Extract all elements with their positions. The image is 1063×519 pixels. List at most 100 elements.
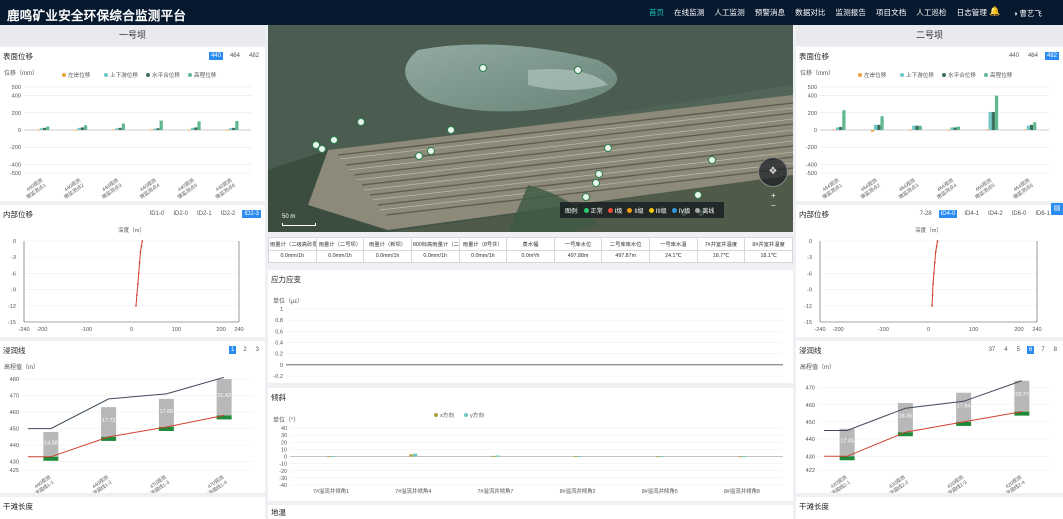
data-label: 17.66 — [160, 409, 174, 415]
compass-icon[interactable]: ❖ — [758, 157, 788, 187]
legend-label: 水平合位移 — [948, 71, 976, 79]
legend-label: IV级 — [678, 208, 691, 215]
x-tick-label: -240 — [18, 327, 29, 333]
data-label: 17.45 — [840, 439, 854, 445]
bar — [737, 456, 742, 458]
legend-label: III级 — [655, 208, 667, 215]
bar — [121, 123, 125, 130]
zoom-in-button[interactable]: + — [771, 191, 776, 200]
nav-item[interactable]: 项目文档 — [876, 7, 906, 18]
dam-2-title: 二号坝 — [796, 25, 1063, 45]
left-surface-chart: 位移（mm） 左岸位移 上下游位移 水平合位移 高程位移 500 400 200 0 -200 -4… — [4, 69, 251, 201]
nav-item[interactable]: 人工巡检 — [916, 7, 946, 18]
legend-marker — [858, 73, 862, 77]
map-marker[interactable] — [318, 145, 326, 153]
x-tick-label: -240 — [814, 327, 825, 333]
nav-item[interactable]: 在线监测 — [674, 7, 704, 18]
map-marker[interactable] — [708, 156, 716, 164]
legend-marker — [146, 73, 150, 77]
map-scale-label: 50 m — [282, 214, 296, 220]
sensor-value-cell: 0.0mm/1h — [363, 249, 412, 263]
data-point — [933, 261, 936, 264]
map-marker[interactable] — [427, 147, 435, 155]
legend-dot — [583, 208, 589, 214]
data-label: 17.73 — [102, 418, 116, 424]
data-point — [931, 304, 934, 307]
bar — [842, 110, 846, 130]
y-axis-unit: 高程值（m） — [4, 363, 39, 371]
y-tick-label: -6 — [807, 271, 812, 277]
y-tick-label: 440 — [10, 443, 19, 449]
bar — [156, 128, 160, 130]
x-tick-label: -100 — [878, 327, 889, 333]
bar — [118, 127, 122, 130]
x-tick-label: 440观测浸润线1-2 — [88, 474, 114, 493]
bar — [80, 127, 84, 130]
map-marker[interactable] — [604, 144, 612, 152]
sensor-value-row: 0.0mm/1h 0.0mm/1h 0.0mm/1h 0.0mm/1h 0.0mm/1h… — [268, 249, 793, 263]
nav-item[interactable]: 首页 — [649, 7, 664, 18]
y-tick-label: 460 — [806, 403, 815, 409]
x-tick-label: 470观测浸润线1-4 — [203, 474, 229, 493]
map-marker[interactable] — [357, 118, 365, 126]
legend-item: 正常 — [583, 206, 603, 215]
bar — [1033, 122, 1037, 130]
map-marker[interactable] — [592, 179, 600, 187]
user-icon: ◑ — [1013, 9, 1018, 18]
data-label: 23.77 — [1015, 392, 1029, 398]
bar — [956, 126, 960, 130]
data-point — [141, 240, 144, 242]
y-tick-label: 400 — [12, 94, 21, 100]
x-tick-label: 440观测墩监测点3 — [97, 177, 123, 201]
map-marker[interactable] — [415, 152, 423, 160]
bell-icon[interactable]: 🔔 — [989, 6, 1000, 17]
nav-item[interactable]: 监测报告 — [836, 7, 866, 18]
bar — [36, 129, 40, 131]
data-point — [136, 283, 139, 286]
x-tick-label: 100 — [969, 327, 978, 333]
map-marker[interactable] — [330, 136, 338, 144]
y-tick-label: -12 — [804, 304, 812, 310]
user-menu[interactable]: ◑ 曹艺飞 — [1013, 8, 1042, 19]
zoom-out-button[interactable]: − — [771, 201, 776, 210]
y-tick-label: -10 — [279, 462, 287, 468]
nav-item[interactable]: 数据对比 — [795, 7, 825, 18]
x-tick-label: 440观测墩监测点6 — [211, 177, 237, 201]
bar — [659, 456, 664, 458]
y-tick-label: 430 — [806, 454, 815, 460]
right-dry-beach-title: 干滩长度 — [799, 502, 829, 511]
y-tick-label: 480 — [10, 377, 19, 383]
map-marker[interactable] — [574, 66, 582, 74]
x-tick-label: 200 — [1014, 327, 1023, 333]
data-point — [935, 245, 938, 248]
right-seepage-panel: 浸润线 37 4 5 6 7 8 高程值（m） 470 460 450 440 430 422 17.4… — [796, 341, 1063, 493]
map-marker[interactable] — [479, 64, 487, 72]
y-axis-unit: 单位（°） — [273, 416, 299, 424]
map-marker[interactable] — [694, 191, 702, 199]
dam-1-title: 一号坝 — [0, 25, 265, 45]
sensor-header-cell: 二号库库水位 — [601, 237, 650, 251]
map-view[interactable]: 图例: 正常 I级 II级 III级 IV级 离线 50 m ❖ + − — [268, 25, 793, 232]
map-marker[interactable] — [447, 126, 455, 134]
x-tick-label: 0 — [927, 327, 930, 333]
legend-dot — [695, 208, 701, 214]
map-marker[interactable] — [582, 193, 590, 201]
nav-item[interactable]: 预警消息 — [755, 7, 785, 18]
bar — [39, 128, 43, 130]
y-tick-label: 0 — [280, 363, 283, 369]
left-dry-beach-panel: 干滩长度 — [0, 497, 265, 519]
y-tick-label: 0 — [814, 128, 817, 134]
nav-item[interactable]: 日志管理 — [957, 7, 987, 18]
legend-marker — [434, 413, 438, 417]
legend-item: II级 — [627, 206, 644, 215]
panel-toggle-icon[interactable]: ▤ — [1051, 203, 1063, 215]
legend-marker — [942, 73, 946, 77]
map-marker[interactable] — [595, 170, 603, 178]
y-tick-label: -6 — [11, 271, 16, 277]
legend-marker — [104, 73, 108, 77]
x-tick-label: 440观测浸润线1-1 — [30, 474, 56, 493]
legend-marker — [900, 73, 904, 77]
stress-chart: 单位（με） 1 0.8 0.6 0.4 0.2 0 -0.2 — [273, 297, 783, 380]
data-point — [138, 261, 141, 264]
nav-item[interactable]: 人工监测 — [714, 7, 744, 18]
